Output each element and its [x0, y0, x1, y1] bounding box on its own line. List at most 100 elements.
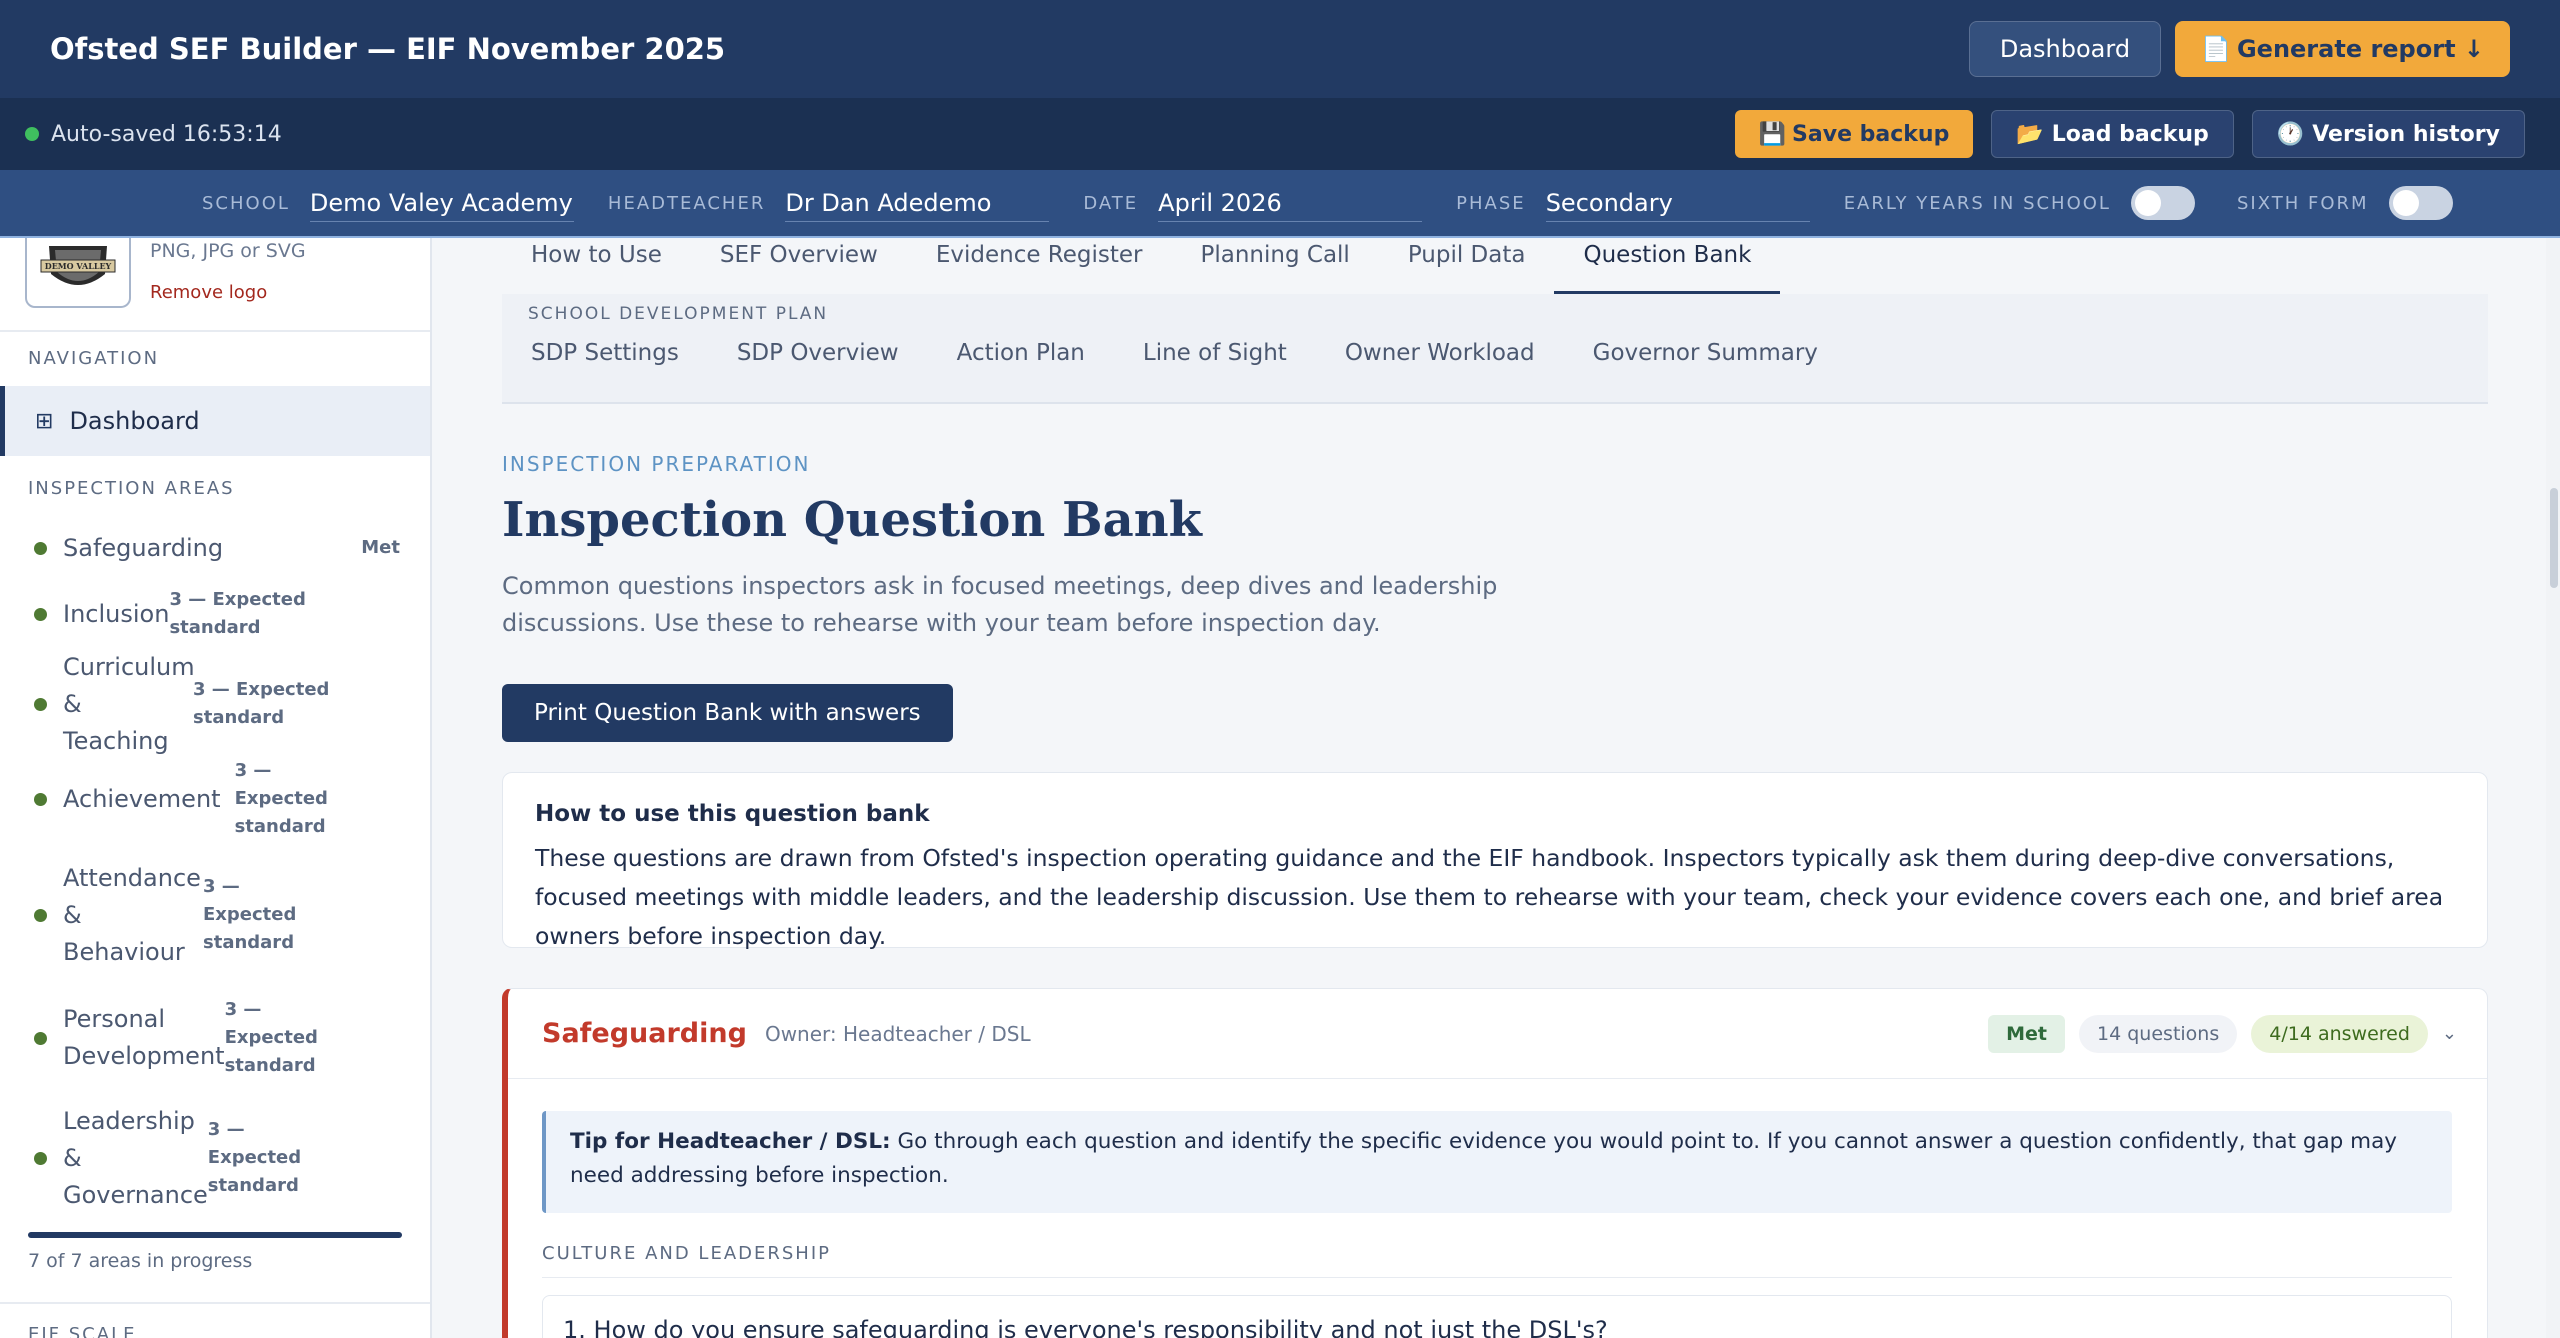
status-dot-icon: [34, 792, 47, 806]
school-crest-icon: DEMO VALLEY: [40, 246, 116, 285]
area-name: Curriculum & Teaching: [63, 652, 195, 755]
category-divider: [542, 1277, 2452, 1278]
save-backup-label: Save backup: [1792, 121, 1950, 147]
eif-scale-section-label: EIF SCALE: [28, 1324, 137, 1338]
area-status-badge: 3 — Expected standard: [207, 1119, 302, 1196]
autosave-status-icon: [25, 127, 39, 141]
category-label: CULTURE AND LEADERSHIP: [542, 1243, 832, 1264]
safeguarding-card: Safeguarding Owner: Headteacher / DSL Me…: [502, 988, 2488, 1338]
areas-progress-fill: [28, 1232, 402, 1238]
sixth-form-label: SIXTH FORM: [2236, 192, 2369, 214]
questions-count-badge: 14 questions: [2079, 1014, 2238, 1053]
tab-pupil-data[interactable]: Pupil Data: [1379, 238, 1555, 294]
headteacher-label: HEADTEACHER: [607, 192, 766, 214]
remove-logo-link[interactable]: Remove logo: [150, 282, 267, 303]
sidebar-item-inclusion[interactable]: Inclusion 3 — Expected standard: [0, 586, 430, 642]
page-description: Common questions inspectors ask in focus…: [502, 572, 1498, 637]
tab-governor-summary[interactable]: Governor Summary: [1564, 340, 1847, 366]
save-backup-button[interactable]: 💾 Save backup: [1734, 110, 1974, 158]
sidebar-item-leadership[interactable]: Leadership & Governance 3 — Expected sta…: [0, 1096, 430, 1220]
safeguarding-card-header[interactable]: Safeguarding Owner: Headteacher / DSL Me…: [508, 989, 2487, 1079]
sidebar-divider: [0, 330, 430, 332]
tab-line-of-sight[interactable]: Line of Sight: [1114, 340, 1316, 366]
area-name: Leadership & Governance: [63, 1106, 208, 1209]
navigation-section-label: NAVIGATION: [28, 348, 160, 369]
sidebar-item-achievement[interactable]: Achievement 3 — Expected standard: [0, 760, 430, 837]
area-status-badge: 3 — Expected standard: [169, 589, 306, 638]
areas-progress-text: 7 of 7 areas in progress: [28, 1250, 253, 1272]
status-dot-icon: [34, 697, 47, 711]
status-dot-icon: [34, 541, 47, 555]
early-years-toggle[interactable]: [2130, 186, 2195, 220]
sixth-form-toggle[interactable]: [2388, 186, 2453, 220]
version-history-label: Version history: [2312, 121, 2500, 147]
tab-question-bank[interactable]: Question Bank: [1554, 238, 1781, 294]
load-backup-button[interactable]: 📂 Load backup: [1991, 110, 2234, 158]
tab-action-plan[interactable]: Action Plan: [928, 340, 1114, 366]
tab-evidence-register[interactable]: Evidence Register: [907, 238, 1172, 294]
school-input[interactable]: Demo Valey Academy: [309, 185, 574, 222]
grid-icon: ⊞: [35, 408, 54, 434]
tip-heading: Tip for Headteacher / DSL:: [570, 1129, 891, 1154]
tab-sdp-overview[interactable]: SDP Overview: [708, 340, 928, 366]
how-to-use-title: How to use this question bank: [535, 801, 930, 827]
tab-sef-overview[interactable]: SEF Overview: [691, 238, 907, 294]
status-dot-icon: [34, 1031, 47, 1045]
status-dot-icon: [34, 607, 47, 621]
status-dot-icon: [34, 1151, 47, 1165]
chevron-down-icon[interactable]: ⌄: [2442, 1023, 2457, 1044]
date-input[interactable]: April 2026: [1158, 185, 1423, 222]
school-logo[interactable]: DEMO VALLEY: [25, 238, 131, 308]
sidebar-item-safeguarding[interactable]: Safeguarding Met: [0, 520, 430, 576]
date-label: DATE: [1083, 192, 1139, 214]
sidebar-item-personal-development[interactable]: Personal Development 3 — Expected standa…: [0, 990, 430, 1086]
tab-owner-workload[interactable]: Owner Workload: [1316, 340, 1564, 366]
sidebar-item-dashboard[interactable]: ⊞ Dashboard: [0, 386, 430, 456]
scrollbar-thumb[interactable]: [2550, 488, 2558, 588]
area-name: Safeguarding: [63, 533, 224, 562]
sidebar-item-label: Dashboard: [69, 407, 200, 435]
area-status-badge: 3 — Expected standard: [234, 760, 328, 837]
autosave-text: Auto-saved 16:53:14: [51, 121, 282, 147]
top-header: Ofsted SEF Builder — EIF November 2025 D…: [0, 0, 2560, 98]
version-history-button[interactable]: 🕐 Version history: [2251, 110, 2525, 158]
generate-report-button[interactable]: 📄 Generate report ↓: [2175, 21, 2510, 77]
print-question-bank-button[interactable]: Print Question Bank with answers: [502, 684, 953, 742]
question-item[interactable]: 1. How do you ensure safeguarding is eve…: [542, 1295, 2452, 1338]
headteacher-input[interactable]: Dr Dan Adedemo: [785, 185, 1050, 222]
area-name: Attendance & Behaviour: [63, 863, 201, 966]
page-eyebrow: INSPECTION PREPARATION: [502, 452, 811, 476]
sdp-tab-panel: SCHOOL DEVELOPMENT PLAN SDP Settings SDP…: [502, 294, 2488, 404]
sidebar-item-attendance[interactable]: Attendance & Behaviour 3 — Expected stan…: [0, 848, 430, 982]
area-status-badge: 3 — Expected standard: [193, 679, 330, 728]
tab-planning-call[interactable]: Planning Call: [1172, 238, 1379, 294]
safeguarding-owner: Owner: Headteacher / DSL: [764, 1021, 1031, 1046]
phase-label: PHASE: [1456, 192, 1526, 214]
area-name: Inclusion: [63, 599, 170, 628]
page-scrollbar[interactable]: [2546, 238, 2560, 1338]
safeguarding-title: Safeguarding: [542, 1018, 747, 1049]
clock-icon: 🕐: [2276, 121, 2305, 147]
school-info-bar: SCHOOL Demo Valey Academy HEADTEACHER Dr…: [0, 170, 2560, 238]
area-status-badge: Met: [361, 537, 400, 558]
main-tabs: How to Use SEF Overview Evidence Registe…: [502, 238, 1781, 294]
sidebar: DEMO VALLEY PNG, JPG or SVG Remove logo …: [0, 238, 432, 1338]
area-status-badge: 3 — Expected standard: [224, 999, 318, 1076]
school-label: SCHOOL: [202, 192, 290, 214]
logo-lettering: DEMO VALLEY: [45, 261, 112, 271]
status-bar: Auto-saved 16:53:14 💾 Save backup 📂 Load…: [0, 98, 2560, 170]
early-years-label: EARLY YEARS IN SCHOOL: [1843, 192, 2111, 214]
phase-select[interactable]: Secondary: [1545, 185, 1810, 222]
tab-sdp-settings[interactable]: SDP Settings: [502, 340, 708, 366]
app-title: Ofsted SEF Builder — EIF November 2025: [50, 32, 726, 66]
sidebar-divider: [0, 1302, 430, 1304]
dashboard-button[interactable]: Dashboard: [1968, 21, 2162, 77]
status-badge: Met: [1988, 1014, 2066, 1053]
owner-tip: Tip for Headteacher / DSL: Go through ea…: [542, 1111, 2452, 1213]
how-to-use-body: These questions are drawn from Ofsted's …: [535, 844, 2444, 950]
tab-how-to-use[interactable]: How to Use: [502, 238, 691, 294]
sdp-tabs: SDP Settings SDP Overview Action Plan Li…: [502, 340, 1847, 366]
sidebar-item-curriculum[interactable]: Curriculum & Teaching 3 — Expected stand…: [0, 653, 430, 755]
sdp-section-label: SCHOOL DEVELOPMENT PLAN: [528, 304, 829, 324]
status-dot-icon: [34, 908, 47, 922]
